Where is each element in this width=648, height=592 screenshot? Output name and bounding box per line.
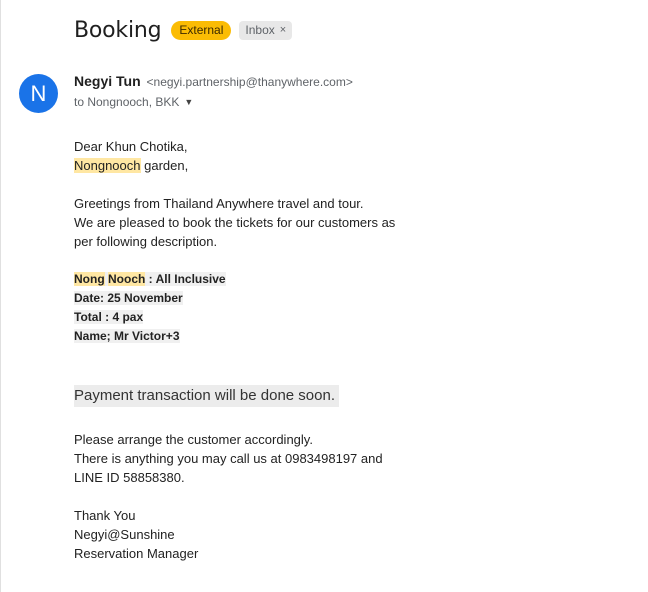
search-highlight: Nong — [74, 272, 105, 286]
signature-line: Negyi@Sunshine — [74, 527, 175, 542]
recipient-row[interactable]: to Nongnooch, BKK ▼ — [74, 95, 193, 109]
line-id-line: LINE ID 58858380. — [74, 470, 185, 485]
email-body: Dear Khun Chotika, Nongnooch garden, Gre… — [74, 137, 404, 346]
greeting-line: Dear Khun Chotika, — [74, 139, 188, 154]
remove-label-icon[interactable]: × — [280, 23, 286, 38]
sender-row: Negyi Tun <negyi.partnership@thanywhere.… — [74, 73, 353, 89]
arrange-line: Please arrange the customer accordingly. — [74, 432, 313, 447]
inbox-label-text: Inbox — [245, 22, 275, 37]
pane-border — [0, 0, 1, 592]
date-line: Date: 25 November — [74, 289, 404, 308]
inbox-label-chip[interactable]: Inbox × — [239, 20, 293, 40]
date-text: Date: 25 November — [74, 291, 183, 305]
name-text: Name; Mr Victor+3 — [74, 329, 180, 343]
sender-name[interactable]: Negyi Tun — [74, 73, 141, 89]
closing-section: Please arrange the customer accordingly.… — [74, 430, 404, 563]
thanks-line: Thank You — [74, 508, 136, 523]
total-text: Total : 4 pax — [74, 310, 144, 324]
search-highlight: Nongnooch — [74, 158, 141, 173]
payment-note: Payment transaction will be done soon. — [74, 385, 339, 407]
search-highlight: Nooch — [108, 272, 146, 286]
chevron-down-icon[interactable]: ▼ — [184, 97, 193, 107]
greeting-line-2-text: garden, — [140, 158, 189, 173]
sender-email: <negyi.partnership@thanywhere.com> — [146, 75, 353, 89]
recipient-text: to Nongnooch, BKK — [74, 95, 180, 109]
signature-title: Reservation Manager — [74, 546, 199, 561]
intro-line-3: per following description. — [74, 234, 218, 249]
subject-row: Booking External Inbox × — [74, 14, 293, 46]
call-line: There is anything you may call us at 098… — [74, 451, 383, 466]
intro-line-1: Greetings from Thailand Anywhere travel … — [74, 196, 364, 211]
external-badge: External — [171, 20, 232, 40]
email-subject: Booking — [74, 17, 162, 43]
sender-avatar[interactable]: N — [19, 74, 58, 113]
package-line-text: : All Inclusive — [145, 272, 226, 286]
intro-line-2: We are pleased to book the tickets for o… — [74, 215, 396, 230]
total-line: Total : 4 pax — [74, 308, 404, 327]
greeting-line-2: Nongnooch garden, — [74, 156, 404, 175]
name-line: Name; Mr Victor+3 — [74, 327, 404, 346]
package-line: Nong Nooch : All Inclusive — [74, 270, 404, 289]
